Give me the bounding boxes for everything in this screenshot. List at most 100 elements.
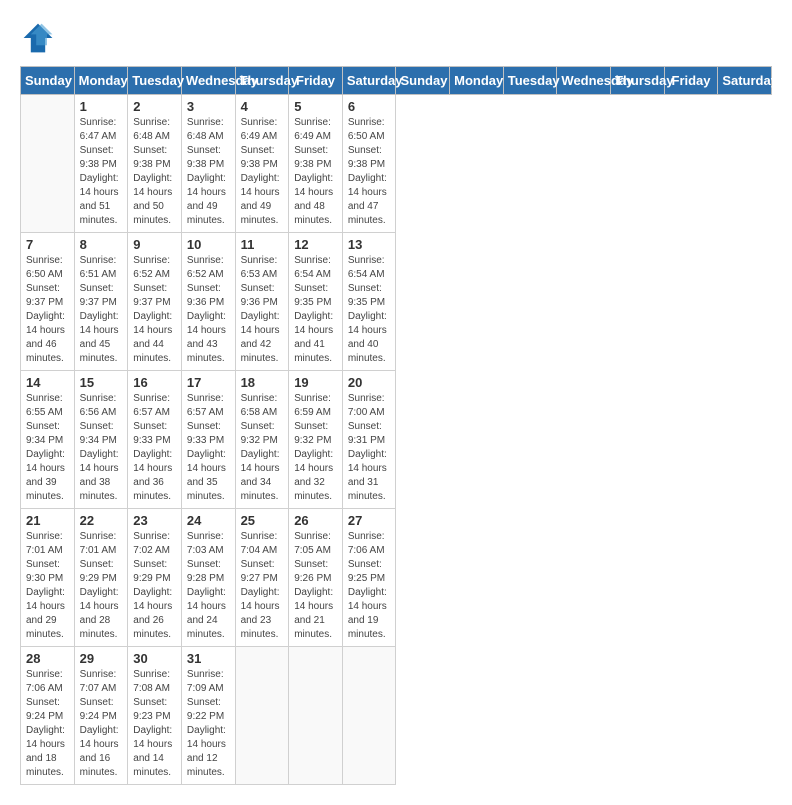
day-number: 13 [348,237,391,252]
cell-info: Sunrise: 6:59 AMSunset: 9:32 PMDaylight:… [294,392,337,504]
calendar-cell: 20 Sunrise: 7:00 AMSunset: 9:31 PMDayligh… [342,371,396,509]
day-number: 27 [348,513,391,528]
cell-info: Sunrise: 7:01 AMSunset: 9:29 PMDaylight:… [80,530,123,642]
calendar-cell: 22 Sunrise: 7:01 AMSunset: 9:29 PMDayligh… [74,509,128,647]
day-header: Friday [664,67,718,95]
calendar-cell: 18Sunrise: 6:58 AMSunset: 9:32 PMDayligh… [235,371,289,509]
day-header: Friday [289,67,343,95]
calendar-cell: 5Sunrise: 6:49 AMSunset: 9:38 PMDaylight… [289,95,343,233]
cell-info: Sunrise: 7:06 AMSunset: 9:25 PMDaylight:… [348,530,391,642]
day-header: Sunday [21,67,75,95]
cell-info: Sunrise: 7:05 AMSunset: 9:26 PMDaylight:… [294,530,337,642]
calendar-cell: 28 Sunrise: 7:06 AMSunset: 9:24 PMDayligh… [21,647,75,785]
day-number: 2 [133,99,176,114]
day-number: 29 [80,651,123,666]
calendar-cell: 8 Sunrise: 6:51 AMSunset: 9:37 PMDaylight… [74,233,128,371]
day-header: Monday [450,67,504,95]
header-row: SundayMondayTuesdayWednesdayThursdayFrid… [21,67,772,95]
day-header: Wednesday [557,67,611,95]
day-number: 1 [80,99,123,114]
day-number: 24 [187,513,230,528]
calendar-cell [21,95,75,233]
cell-info: Sunrise: 7:08 AMSunset: 9:23 PMDaylight:… [133,668,176,780]
calendar-cell: 3 Sunrise: 6:48 AMSunset: 9:38 PMDaylight… [181,95,235,233]
day-number: 25 [241,513,284,528]
calendar-cell: 25 Sunrise: 7:04 AMSunset: 9:27 PMDayligh… [235,509,289,647]
day-header: Tuesday [503,67,557,95]
page-header [20,20,772,56]
cell-info: Sunrise: 6:55 AMSunset: 9:34 PMDaylight:… [26,392,69,504]
cell-info: Sunrise: 7:07 AMSunset: 9:24 PMDaylight:… [80,668,123,780]
calendar-cell: 15 Sunrise: 6:56 AMSunset: 9:34 PMDayligh… [74,371,128,509]
calendar-cell: 13 Sunrise: 6:54 AMSunset: 9:35 PMDayligh… [342,233,396,371]
cell-info: Sunrise: 6:57 AMSunset: 9:33 PMDaylight:… [133,392,176,504]
calendar-week-row: 7Sunrise: 6:50 AMSunset: 9:37 PMDaylight… [21,233,772,371]
cell-info: Sunrise: 6:51 AMSunset: 9:37 PMDaylight:… [80,254,123,366]
day-number: 23 [133,513,176,528]
calendar-cell: 12 Sunrise: 6:54 AMSunset: 9:35 PMDayligh… [289,233,343,371]
day-number: 4 [241,99,284,114]
day-number: 28 [26,651,69,666]
calendar-cell: 11 Sunrise: 6:53 AMSunset: 9:36 PMDayligh… [235,233,289,371]
cell-info: Sunrise: 6:53 AMSunset: 9:36 PMDaylight:… [241,254,284,366]
cell-info: Sunrise: 6:48 AMSunset: 9:38 PMDaylight:… [187,116,230,228]
cell-info: Sunrise: 7:00 AMSunset: 9:31 PMDaylight:… [348,392,391,504]
calendar-cell [235,647,289,785]
day-number: 26 [294,513,337,528]
cell-info: Sunrise: 6:54 AMSunset: 9:35 PMDaylight:… [294,254,337,366]
calendar-week-row: 1Sunrise: 6:47 AMSunset: 9:38 PMDaylight… [21,95,772,233]
cell-info: Sunrise: 6:49 AMSunset: 9:38 PMDaylight:… [241,116,284,228]
cell-info: Sunrise: 7:06 AMSunset: 9:24 PMDaylight:… [26,668,69,780]
cell-info: Sunrise: 6:52 AMSunset: 9:37 PMDaylight:… [133,254,176,366]
calendar-cell: 24 Sunrise: 7:03 AMSunset: 9:28 PMDayligh… [181,509,235,647]
calendar-cell: 1Sunrise: 6:47 AMSunset: 9:38 PMDaylight… [74,95,128,233]
day-header: Tuesday [128,67,182,95]
calendar-cell: 7Sunrise: 6:50 AMSunset: 9:37 PMDaylight… [21,233,75,371]
day-header: Saturday [718,67,772,95]
cell-info: Sunrise: 6:50 AMSunset: 9:38 PMDaylight:… [348,116,391,228]
calendar-week-row: 28 Sunrise: 7:06 AMSunset: 9:24 PMDayligh… [21,647,772,785]
day-header: Thursday [235,67,289,95]
day-header: Thursday [611,67,665,95]
day-number: 20 [348,375,391,390]
logo [20,20,60,56]
day-number: 12 [294,237,337,252]
day-number: 30 [133,651,176,666]
cell-info: Sunrise: 6:52 AMSunset: 9:36 PMDaylight:… [187,254,230,366]
day-number: 3 [187,99,230,114]
day-number: 19 [294,375,337,390]
calendar-cell: 10 Sunrise: 6:52 AMSunset: 9:36 PMDayligh… [181,233,235,371]
day-number: 5 [294,99,337,114]
calendar-cell: 6Sunrise: 6:50 AMSunset: 9:38 PMDaylight… [342,95,396,233]
day-number: 16 [133,375,176,390]
calendar-cell [342,647,396,785]
day-header: Monday [74,67,128,95]
day-header: Wednesday [181,67,235,95]
cell-info: Sunrise: 7:09 AMSunset: 9:22 PMDaylight:… [187,668,230,780]
calendar-cell [289,647,343,785]
calendar-cell: 26 Sunrise: 7:05 AMSunset: 9:26 PMDayligh… [289,509,343,647]
cell-info: Sunrise: 6:57 AMSunset: 9:33 PMDaylight:… [187,392,230,504]
cell-info: Sunrise: 6:56 AMSunset: 9:34 PMDaylight:… [80,392,123,504]
cell-info: Sunrise: 7:02 AMSunset: 9:29 PMDaylight:… [133,530,176,642]
calendar-table: SundayMondayTuesdayWednesdayThursdayFrid… [20,66,772,785]
day-number: 21 [26,513,69,528]
cell-info: Sunrise: 7:01 AMSunset: 9:30 PMDaylight:… [26,530,69,642]
day-number: 31 [187,651,230,666]
day-number: 17 [187,375,230,390]
day-number: 10 [187,237,230,252]
cell-info: Sunrise: 7:04 AMSunset: 9:27 PMDaylight:… [241,530,284,642]
day-number: 11 [241,237,284,252]
calendar-cell: 31 Sunrise: 7:09 AMSunset: 9:22 PMDayligh… [181,647,235,785]
day-number: 15 [80,375,123,390]
calendar-cell: 29 Sunrise: 7:07 AMSunset: 9:24 PMDayligh… [74,647,128,785]
calendar-cell: 19 Sunrise: 6:59 AMSunset: 9:32 PMDayligh… [289,371,343,509]
day-number: 8 [80,237,123,252]
cell-info: Sunrise: 7:03 AMSunset: 9:28 PMDaylight:… [187,530,230,642]
day-number: 14 [26,375,69,390]
calendar-cell: 2Sunrise: 6:48 AMSunset: 9:38 PMDaylight… [128,95,182,233]
day-header: Saturday [342,67,396,95]
cell-info: Sunrise: 6:50 AMSunset: 9:37 PMDaylight:… [26,254,69,366]
day-number: 22 [80,513,123,528]
cell-info: Sunrise: 6:54 AMSunset: 9:35 PMDaylight:… [348,254,391,366]
